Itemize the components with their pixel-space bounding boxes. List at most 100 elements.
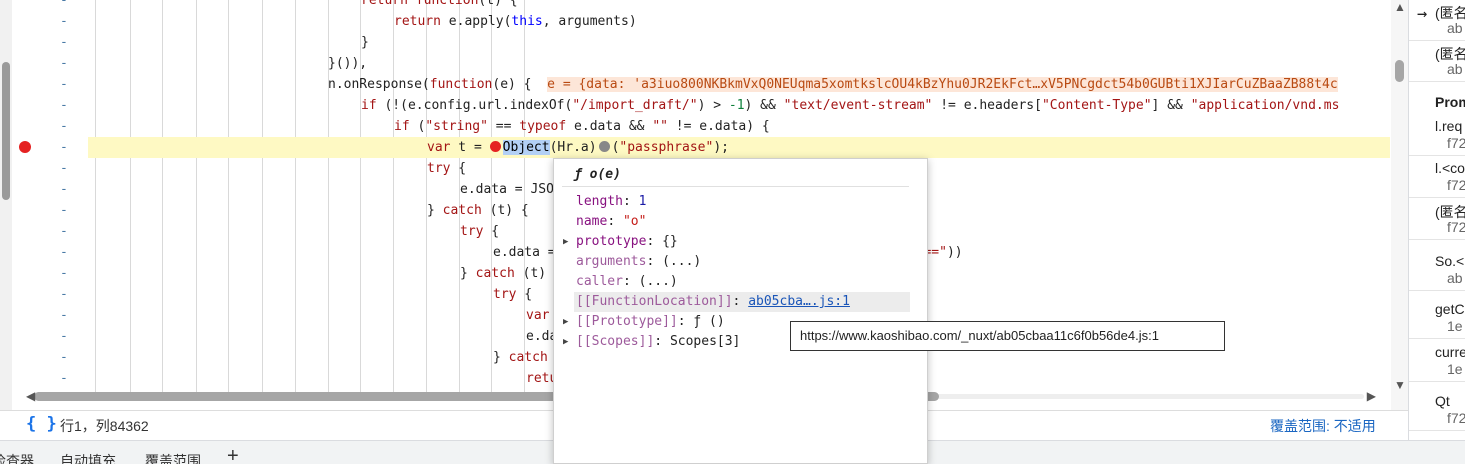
call-frame-item[interactable]: curre 1e [1409,341,1465,382]
code-token: ] && [1151,98,1191,113]
line-gutter-marker[interactable]: - [60,242,68,263]
line-gutter-marker[interactable]: - [60,200,68,221]
property-key: prototype [576,234,647,249]
code-text: if (!(e.config.url.indexOf("/import_draf… [361,95,1339,116]
inline-breakpoint-icon[interactable] [598,141,610,152]
code-line[interactable]: - if ("string" == typeof e.data && "" != … [14,116,1390,137]
line-gutter-marker[interactable]: - [60,284,68,305]
tab-autofill[interactable]: 自动填充 [60,451,116,464]
code-token: var [427,140,451,155]
call-frame-source: 1e [1447,361,1463,377]
call-frame-source: f72 [1447,410,1465,426]
call-frame-item[interactable]: So.< ab [1409,250,1465,291]
line-gutter-marker[interactable]: - [60,221,68,242]
scroll-up-arrow-icon[interactable]: ▲ [1394,0,1406,14]
code-line[interactable]: - if (!(e.config.url.indexOf("/import_dra… [14,95,1390,116]
line-gutter-marker[interactable]: - [60,32,68,53]
line-gutter-marker[interactable]: - [60,158,68,179]
pretty-print-button[interactable]: { } [26,414,57,434]
line-gutter-marker[interactable]: - [60,305,68,326]
code-token: "application/vnd.ms [1190,98,1340,113]
vertical-scrollbar[interactable]: ▲ ▼ [1391,0,1408,410]
scroll-right-arrow-icon[interactable]: ▶ [1367,389,1376,403]
code-token: { [483,224,500,239]
line-gutter-marker[interactable]: - [60,53,68,74]
code-token: { [450,161,467,176]
code-token: -1 [728,98,745,113]
call-frame-source: f72 [1447,177,1465,193]
cursor-position: 行1，列84362 [60,418,149,434]
popover-property: name: "o" [576,212,646,232]
code-line[interactable]: -} [14,32,1390,53]
call-stack-section-header[interactable]: Prom [1435,94,1465,110]
breakpoint-marker[interactable] [19,141,31,153]
code-line[interactable]: -}()), [14,53,1390,74]
scroll-left-arrow-icon[interactable]: ◀ [26,389,35,403]
line-gutter-marker[interactable]: - [60,179,68,200]
tab-coverage[interactable]: 覆盖范围 [145,451,201,464]
line-gutter-marker[interactable]: - [60,0,68,11]
code-text: var [526,305,549,326]
line-gutter-marker[interactable]: - [60,116,68,137]
left-panel-scrollbar[interactable]: ▼ [0,0,12,410]
code-token: "/import_draft/" [572,98,698,113]
code-token: catch [508,350,548,365]
hovered-token[interactable]: Object [502,140,550,155]
code-line[interactable]: - n.onResponse(function(e) { e = {data: '… [14,74,1390,95]
left-scroll-thumb[interactable] [2,62,10,200]
line-gutter-marker[interactable]: - [60,368,68,389]
popover-property[interactable]: ▶ prototype: {} [563,232,678,252]
expand-triangle-icon[interactable]: ▶ [563,232,568,252]
code-text: try { [460,221,499,242]
code-text: if ("string" == typeof e.data && "" != e… [394,116,770,137]
call-frame-source: f72 [1447,219,1465,235]
popover-property: arguments: (...) [576,252,701,272]
code-token: return [361,0,416,8]
code-token: "Content-Type" [1041,98,1152,113]
call-frame-item[interactable]: l.req f72 [1409,115,1465,156]
scroll-down-arrow-icon[interactable]: ▼ [1394,378,1406,392]
code-token: "" [652,119,668,134]
function-location-link[interactable]: ab05cba….js:1 [748,294,850,309]
code-token: (Hr.a) [549,140,597,155]
add-tab-button[interactable]: + [227,445,239,464]
code-token: ) > [697,98,729,113]
expand-triangle-icon[interactable]: ▶ [563,312,568,332]
line-gutter-marker[interactable]: - [60,95,68,116]
call-frame-source: ab [1447,20,1463,36]
line-gutter-marker[interactable]: - [60,137,68,158]
coverage-status[interactable]: 覆盖范围: 不适用 [1270,416,1376,436]
code-token: e.apply( [448,14,512,29]
popover-property[interactable]: ▶ [[Scopes]]: Scopes[3] [563,332,740,352]
call-frame-item[interactable]: l.<co f72 [1409,157,1465,198]
line-gutter-marker[interactable]: - [60,74,68,95]
call-frame-item[interactable]: getC 1e [1409,298,1465,339]
code-line[interactable]: - return e.apply(this, arguments) [14,11,1390,32]
line-gutter-marker[interactable]: - [60,347,68,368]
vscroll-thumb[interactable] [1395,60,1404,82]
paused-code-line[interactable]: - var t = Object(Hr.a) ("passphrase"); [60,137,1390,158]
code-text: } catch (t) [460,263,546,284]
property-separator: : [607,214,623,229]
code-text: n.onResponse(function(e) { e = {data: 'a… [328,74,1338,95]
code-line[interactable]: - return function(t) { [14,0,1390,11]
expand-triangle-icon[interactable]: ▶ [563,332,568,352]
call-frame-source: 1e [1447,318,1463,334]
call-stack-panel: → (匿名 ab (匿名 ab l.req f72 l.<co f72 (匿名 f72 So.< ab… [1408,0,1465,440]
call-frame-item[interactable]: (匿名 ab [1409,0,1465,41]
line-gutter-marker[interactable]: - [60,263,68,284]
call-frame-item[interactable]: (匿名 ab [1409,41,1465,82]
object-preview-popover: ƒ o(e) length: 1 name: "o" ▶ prototype: {} a… [553,158,928,464]
popover-property[interactable]: ▶ [[Prototype]]: ƒ () [563,312,725,332]
line-gutter-marker[interactable]: - [60,11,68,32]
call-frame-name: Qt [1435,393,1450,409]
line-gutter-marker[interactable]: - [60,326,68,347]
code-token: try [493,287,517,302]
tab-inspector[interactable]: 检查器 [0,451,34,464]
inline-breakpoint-icon[interactable] [489,141,501,152]
code-token: } [361,35,369,50]
call-frame-item[interactable]: (匿名 f72 [1409,199,1465,240]
inline-value-preview: e = {data: 'a3iuo800NKBkmVxQ0NEUqma5xomt… [547,77,1338,92]
code-token: this [511,14,543,29]
call-frame-item[interactable]: Qt f72 [1409,390,1465,431]
